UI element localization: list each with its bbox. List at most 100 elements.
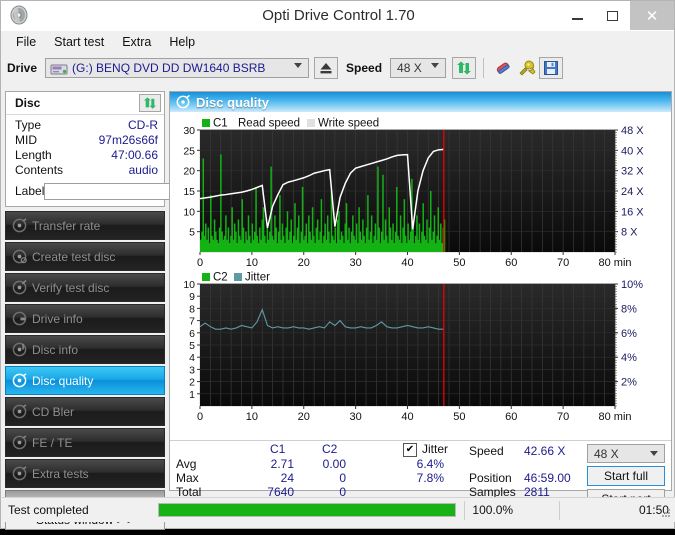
sidebar-item-fe-te[interactable]: FE / TE xyxy=(5,428,165,457)
svg-text:Read speed: Read speed xyxy=(238,118,300,130)
stats-row-max-label: Max xyxy=(176,471,199,485)
sidebar-item-label: Create test disc xyxy=(32,250,115,264)
stats-max-c2: 0 xyxy=(306,471,346,485)
svg-text:24 X: 24 X xyxy=(621,186,644,198)
content-area: Disc Type CD-R MID 97m2 xyxy=(1,89,675,494)
position-readout-value: 46:59.00 xyxy=(524,471,571,485)
sidebar-item-label: Disc quality xyxy=(32,374,93,388)
resize-grip[interactable] xyxy=(661,508,671,518)
drive-info-icon xyxy=(6,311,32,326)
tools-button[interactable] xyxy=(515,57,539,79)
save-icon xyxy=(544,61,558,75)
tools-icon xyxy=(518,60,536,76)
svg-text:4%: 4% xyxy=(621,352,637,364)
maximize-button[interactable] xyxy=(595,1,630,30)
disc-panel-title: Disc xyxy=(6,96,40,110)
disc-fete-icon xyxy=(6,435,32,450)
svg-text:1: 1 xyxy=(189,389,195,401)
speed-value: 48 X xyxy=(391,61,422,75)
menu-item-file[interactable]: File xyxy=(7,33,45,51)
disc-refresh-button[interactable] xyxy=(139,94,161,112)
position-readout-label: Position xyxy=(469,471,512,485)
eject-icon xyxy=(319,62,333,75)
test-speed-value: 48 X xyxy=(588,447,619,461)
svg-text:C1: C1 xyxy=(213,118,228,130)
svg-text:Jitter: Jitter xyxy=(245,272,270,284)
svg-text:60: 60 xyxy=(505,257,517,269)
sidebar-item-verify-test-disc[interactable]: Verify test disc xyxy=(5,273,165,302)
chevron-down-icon xyxy=(650,451,658,456)
svg-text:7: 7 xyxy=(189,316,195,328)
quality-charts: C1Read speedWrite speed510152025308 X16 … xyxy=(170,112,671,440)
chevron-down-icon xyxy=(294,63,302,68)
disc-label-key: Label xyxy=(15,184,44,198)
disc-quality-icon xyxy=(170,95,190,109)
stats-avg-jitter: 6.4% xyxy=(390,457,444,471)
svg-text:16 X: 16 X xyxy=(621,206,644,218)
progress-fill xyxy=(159,504,455,516)
menu-item-help[interactable]: Help xyxy=(160,33,204,51)
disc-bler-icon xyxy=(6,404,32,419)
app-window: Opti Drive Control 1.70 ✕ File Start tes… xyxy=(0,0,675,529)
menu-item-start-test[interactable]: Start test xyxy=(45,33,113,51)
sidebar-item-disc-info[interactable]: Disc info xyxy=(5,335,165,364)
svg-text:70: 70 xyxy=(557,411,569,423)
drive-value: (G:) BENQ DVD DD DW1640 BSRB xyxy=(46,61,265,75)
svg-text:2%: 2% xyxy=(621,377,637,389)
drive-icon xyxy=(50,62,68,76)
refresh-button[interactable] xyxy=(452,57,476,79)
svg-text:10: 10 xyxy=(246,257,258,269)
drive-label: Drive xyxy=(7,61,37,75)
start-full-button[interactable]: Start full xyxy=(587,466,665,486)
disc-row-contents: Contents audio xyxy=(15,163,158,178)
erase-button[interactable] xyxy=(491,57,515,79)
toolbar-divider xyxy=(483,58,484,78)
sidebar-item-drive-info[interactable]: Drive info xyxy=(5,304,165,333)
stats-max-jitter: 7.8% xyxy=(390,471,444,485)
disc-label-row: Label xyxy=(15,180,158,202)
disc-info-panel: Disc Type CD-R MID 97m2 xyxy=(5,91,165,207)
disc-row-type: Type CD-R xyxy=(15,118,158,133)
disc-type-key: Type xyxy=(15,118,41,133)
svg-text:8 X: 8 X xyxy=(621,227,638,239)
panel-header: Disc quality xyxy=(170,92,671,112)
jitter-label: Jitter xyxy=(422,442,448,456)
svg-text:32 X: 32 X xyxy=(621,166,644,178)
speed-select[interactable]: 48 X xyxy=(390,58,446,78)
svg-text:20: 20 xyxy=(183,166,195,178)
jitter-checkbox[interactable]: ✔ xyxy=(403,443,417,457)
disc-length-value: 47:00.66 xyxy=(111,148,158,163)
toolbar: Drive (G:) BENQ DVD DD DW1640 BSRB Speed xyxy=(1,52,674,84)
close-button[interactable]: ✕ xyxy=(630,1,674,30)
menu-item-extra[interactable]: Extra xyxy=(113,33,160,51)
sidebar-item-create-test-disc[interactable]: Create test disc xyxy=(5,242,165,271)
sidebar-item-label: FE / TE xyxy=(32,436,72,450)
stats-max-c1: 24 xyxy=(254,471,294,485)
drive-select[interactable]: (G:) BENQ DVD DD DW1640 BSRB xyxy=(45,58,309,78)
status-message: Test completed xyxy=(2,503,158,517)
stats-header-c2: C2 xyxy=(322,442,337,456)
sidebar-item-cd-bler[interactable]: CD Bler xyxy=(5,397,165,426)
maximize-icon xyxy=(607,11,618,21)
disc-burn-icon xyxy=(6,249,32,264)
disc-length-key: Length xyxy=(15,148,52,163)
save-button[interactable] xyxy=(539,57,563,79)
svg-text:8%: 8% xyxy=(621,303,637,315)
chevron-down-icon xyxy=(431,63,439,68)
stats-avg-c2: 0.00 xyxy=(306,457,346,471)
disc-info-icon xyxy=(6,342,32,357)
sidebar-item-transfer-rate[interactable]: Transfer rate xyxy=(5,211,165,240)
minimize-button[interactable] xyxy=(560,1,595,30)
eject-button[interactable] xyxy=(314,57,338,79)
svg-text:8: 8 xyxy=(189,303,195,315)
disc-quality-panel: Disc quality C1Read speedWrite speed5101… xyxy=(169,91,672,491)
disc-extra-icon xyxy=(6,466,32,481)
svg-text:30: 30 xyxy=(183,125,195,137)
minimize-icon xyxy=(572,18,583,20)
test-speed-select[interactable]: 48 X xyxy=(587,444,665,463)
sidebar-item-extra-tests[interactable]: Extra tests xyxy=(5,459,165,488)
charts-container: C1Read speedWrite speed510152025308 X16 … xyxy=(170,112,671,440)
sidebar-item-disc-quality[interactable]: Disc quality xyxy=(5,366,165,395)
disc-quality-icon xyxy=(6,373,32,388)
speed-readout-value: 42.66 X xyxy=(524,444,565,458)
